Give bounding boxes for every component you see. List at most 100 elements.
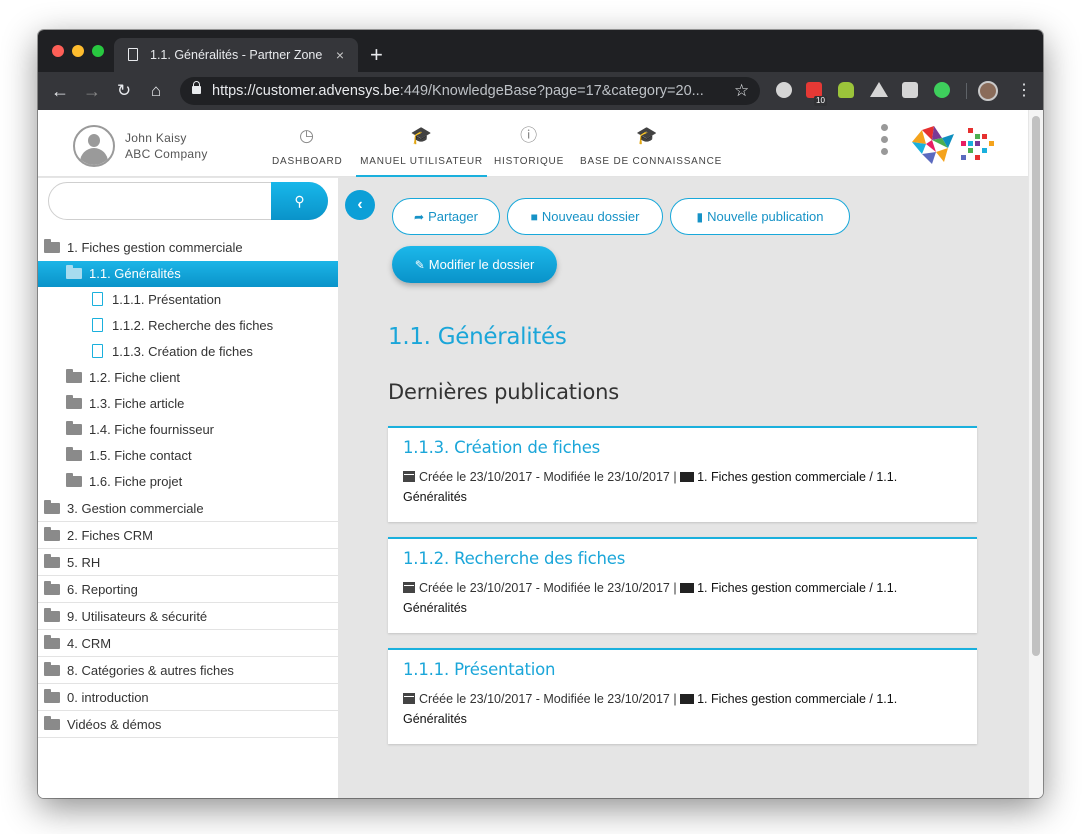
folder-icon — [44, 716, 60, 730]
browser-tab[interactable]: 1.1. Généralités - Partner Zone × — [114, 38, 358, 72]
publication-card[interactable]: 1.1.3. Création de fiches Créée le 23/10… — [388, 426, 977, 522]
file-icon — [92, 318, 103, 332]
close-window-button[interactable] — [52, 45, 64, 57]
tree-item-folder[interactable]: 1.2. Fiche client — [38, 365, 338, 391]
address-bar[interactable]: https://customer.advensys.be:449/Knowled… — [180, 77, 760, 105]
tree-item-folder[interactable]: 4. CRM — [38, 630, 338, 657]
tree-item-folder[interactable]: 2. Fiches CRM — [38, 522, 338, 549]
tree-item-label: 9. Utilisateurs & sécurité — [67, 609, 208, 624]
search-button[interactable]: ⚲ — [271, 182, 328, 220]
profile-avatar[interactable] — [978, 81, 998, 101]
tree-item-folder[interactable]: 3. Gestion commerciale — [38, 495, 338, 522]
graduation-cap-icon: 🎓 — [636, 126, 658, 145]
tree-item-folder[interactable]: 5. RH — [38, 549, 338, 576]
app-header: John Kaisy ABC Company ◷ DASHBOARD 🎓 MAN… — [38, 110, 1028, 177]
tree-item-document[interactable]: 1.1.2. Recherche des fiches — [38, 313, 338, 339]
collapse-sidebar-button[interactable]: ‹ — [345, 190, 375, 220]
back-arrow-icon[interactable]: ← — [48, 72, 72, 110]
minimize-window-button[interactable] — [72, 45, 84, 57]
folder-icon — [680, 472, 695, 482]
tree-item-label: 2. Fiches CRM — [67, 528, 153, 543]
folder-icon — [66, 395, 82, 409]
tree-item-label: 1.1. Généralités — [89, 266, 181, 281]
avatar[interactable] — [73, 125, 115, 167]
tree-item-folder[interactable]: 1.5. Fiche contact — [38, 443, 338, 469]
tree-item-label: 1.4. Fiche fournisseur — [89, 422, 215, 437]
url-host: https://customer.advensys.be — [212, 83, 400, 99]
tree-item-folder[interactable]: 1.3. Fiche article — [38, 391, 338, 417]
new-publication-button[interactable]: ▮ Nouvelle publication — [670, 198, 850, 235]
tree-item-folder[interactable]: 1. Fiches gestion commerciale — [38, 234, 338, 261]
publication-card[interactable]: 1.1.2. Recherche des fiches Créée le 23/… — [388, 537, 977, 633]
tree-item-folder[interactable]: 1.1. Généralités — [38, 261, 338, 287]
new-folder-button[interactable]: ■ Nouveau dossier — [507, 198, 663, 235]
user-name: John Kaisy — [125, 131, 187, 145]
page-scrollbar[interactable] — [1028, 110, 1043, 798]
folder-icon — [44, 689, 60, 703]
tab-historique[interactable]: ⓘ HISTORIQUE — [494, 110, 564, 177]
publication-path[interactable]: 1. Fiches gestion commerciale / 1.1. — [697, 692, 897, 706]
folder-icon — [44, 239, 60, 253]
publication-path[interactable]: 1. Fiches gestion commerciale / 1.1. — [697, 470, 897, 484]
tab-strip: 1.1. Généralités - Partner Zone × + — [38, 30, 1043, 72]
tree-item-folder[interactable]: 1.6. Fiche projet — [38, 469, 338, 495]
edit-folder-button[interactable]: ✎ Modifier le dossier — [392, 246, 557, 283]
tree-item-label: 1.3. Fiche article — [89, 396, 185, 411]
reload-icon[interactable]: ↻ — [112, 72, 136, 110]
tab-base-de-connaissance[interactable]: 🎓 BASE DE CONNAISSANCE — [580, 110, 721, 177]
share-button[interactable]: ➦ Partager — [392, 198, 500, 235]
browser-toolbar: ← → ↻ ⌂ https://customer.advensys.be:449… — [38, 72, 1043, 110]
tree-item-label: 1. Fiches gestion commerciale — [67, 240, 243, 255]
page-icon — [128, 48, 138, 61]
new-tab-button[interactable]: + — [370, 38, 383, 72]
tree-item-document[interactable]: 1.1.3. Création de fiches — [38, 339, 338, 365]
more-menu-icon[interactable] — [881, 124, 889, 160]
tree-item-folder[interactable]: 1.4. Fiche fournisseur — [38, 417, 338, 443]
graduation-cap-icon: 🎓 — [410, 126, 433, 145]
tab-title: 1.1. Généralités - Partner Zone — [150, 48, 323, 62]
tree-item-label: 6. Reporting — [67, 582, 138, 597]
sidebar: ⚲ 1. Fiches gestion commerciale 1.1. Géné… — [38, 178, 338, 798]
publication-title[interactable]: 1.1.1. Présentation — [403, 660, 556, 679]
tab-dashboard[interactable]: ◷ DASHBOARD — [272, 110, 342, 177]
lock-icon — [192, 81, 201, 94]
tree-item-label: Vidéos & démos — [67, 717, 162, 732]
extension-badge: 10 — [814, 96, 827, 106]
tree-item-label: 1.1.2. Recherche des fiches — [112, 318, 274, 333]
file-icon — [92, 344, 103, 358]
publication-card[interactable]: 1.1.1. Présentation Créée le 23/10/2017 … — [388, 648, 977, 744]
tree-item-folder[interactable]: 9. Utilisateurs & sécurité — [38, 603, 338, 630]
section-title: Dernières publications — [388, 380, 619, 404]
camera-extension-icon[interactable] — [902, 82, 918, 98]
folder-icon — [44, 635, 60, 649]
folder-icon — [44, 662, 60, 676]
publication-meta: Créée le 23/10/2017 - Modifiée le 23/10/… — [403, 692, 898, 726]
tree-item-folder[interactable]: 6. Reporting — [38, 576, 338, 603]
tree-item-label: 8. Catégories & autres fiches — [67, 663, 234, 678]
calendar-icon — [403, 582, 415, 593]
tab-close-icon[interactable]: × — [336, 38, 344, 72]
sync-extension-icon[interactable] — [934, 82, 950, 98]
android-extension-icon[interactable] — [838, 82, 854, 98]
menu-kebab-icon[interactable]: ⋮ — [1016, 72, 1032, 110]
tree-item-label: 4. CRM — [67, 636, 112, 651]
drive-extension-icon[interactable] — [870, 82, 888, 97]
tree-item-document[interactable]: 1.1.1. Présentation — [38, 287, 338, 313]
home-icon[interactable]: ⌂ — [144, 72, 168, 110]
tree-item-folder[interactable]: Vidéos & démos — [38, 711, 338, 738]
forward-arrow-icon[interactable]: → — [80, 72, 104, 110]
star-icon[interactable]: ☆ — [734, 72, 749, 110]
gear-extension-icon[interactable] — [776, 82, 792, 98]
folder-icon — [66, 473, 82, 487]
maximize-window-button[interactable] — [92, 45, 104, 57]
share-arrow-icon: ➦ — [414, 210, 425, 224]
publication-title[interactable]: 1.1.2. Recherche des fiches — [403, 549, 625, 568]
folder-icon — [44, 581, 60, 595]
publication-path[interactable]: 1. Fiches gestion commerciale / 1.1. — [697, 581, 897, 595]
tab-manuel-utilisateur[interactable]: 🎓 MANUEL UTILISATEUR — [356, 110, 487, 177]
tree-item-folder[interactable]: 0. introduction — [38, 684, 338, 711]
tree-item-folder[interactable]: 8. Catégories & autres fiches — [38, 657, 338, 684]
folder-icon — [66, 265, 82, 279]
publication-title[interactable]: 1.1.3. Création de fiches — [403, 438, 600, 457]
scrollbar-thumb[interactable] — [1032, 116, 1040, 656]
